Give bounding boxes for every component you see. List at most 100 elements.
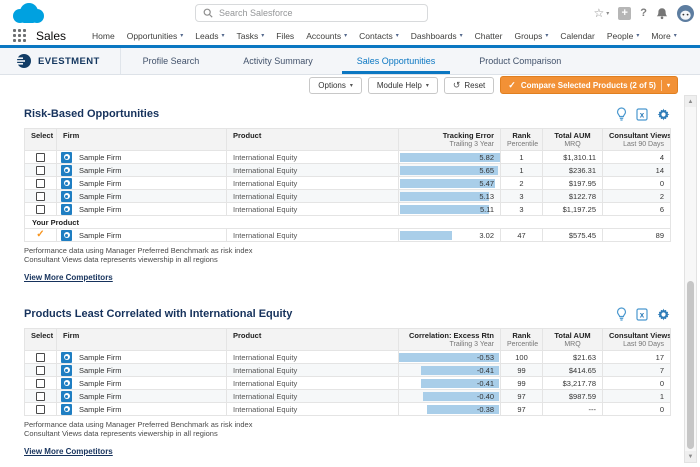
- aum-cell: $1,310.11: [542, 150, 603, 164]
- product-cell: International Equity: [226, 202, 399, 216]
- metric-value: 5.47: [479, 178, 494, 188]
- chevron-down-icon: ▾: [261, 33, 265, 39]
- metric-cell: 5.82: [398, 150, 501, 164]
- nav-item-opportunities[interactable]: Opportunities ▾: [127, 31, 184, 41]
- nav-item-groups[interactable]: Groups ▾: [514, 31, 548, 41]
- metric-data-bar: [400, 230, 453, 240]
- chevron-down-icon: ▾: [636, 33, 640, 39]
- firm-icon: [61, 177, 72, 189]
- firm-name: Sample Firm: [79, 204, 122, 214]
- footnote-line: Consultant Views data represents viewers…: [24, 429, 218, 438]
- select-checkbox[interactable]: [36, 404, 45, 414]
- add-icon[interactable]: +: [618, 6, 632, 20]
- nav-item-dashboards[interactable]: Dashboards ▾: [411, 31, 463, 41]
- column-header-views: Consultant Views Last 90 Days: [602, 328, 671, 351]
- firm-name: Sample Firm: [79, 230, 122, 240]
- table-row: Sample Firm International Equity -0.40 97 $9…: [24, 389, 671, 403]
- settings-gear-icon[interactable]: [657, 308, 670, 321]
- insights-lightbulb-icon[interactable]: [616, 307, 627, 321]
- module-content: Risk-Based Opportunities x Select Firm Pro…: [0, 94, 700, 467]
- table-row: Sample Firm International Equity 5.13 3 $122…: [24, 189, 671, 203]
- aum-cell: $575.45: [542, 228, 603, 242]
- nav-item-chatter[interactable]: Chatter: [475, 31, 503, 41]
- firm-cell: Sample Firm: [56, 228, 227, 242]
- product-cell: International Equity: [226, 363, 399, 377]
- metric-cell: 5.13: [398, 189, 501, 203]
- scroll-down-arrow-icon[interactable]: ▼: [685, 451, 696, 462]
- column-header-firm: Firm: [56, 128, 227, 151]
- selected-check-icon[interactable]: ✓: [36, 230, 44, 241]
- view-more-competitors-link[interactable]: View More Competitors: [24, 273, 113, 282]
- views-cell: 6: [602, 202, 671, 216]
- svg-text:x: x: [640, 110, 645, 119]
- notifications-bell-icon[interactable]: [656, 7, 668, 20]
- views-cell: 7: [602, 363, 671, 377]
- export-excel-icon[interactable]: x: [636, 107, 648, 121]
- metric-data-bar: [400, 191, 489, 201]
- nav-item-files[interactable]: Files: [276, 31, 294, 41]
- help-icon[interactable]: ?: [640, 7, 647, 19]
- options-button[interactable]: Options ▾: [309, 76, 362, 94]
- favorites-star-icon[interactable]: ☆ ▾: [593, 7, 609, 19]
- settings-gear-icon[interactable]: [657, 108, 670, 121]
- select-checkbox[interactable]: [36, 191, 45, 201]
- table-row: Sample Firm International Equity 5.47 2 $197…: [24, 176, 671, 190]
- vertical-scrollbar[interactable]: ▲ ▼: [684, 95, 697, 463]
- tab-product-comparison[interactable]: Product Comparison: [457, 48, 583, 74]
- nav-item-calendar[interactable]: Calendar: [560, 31, 595, 41]
- chevron-down-icon: ▾: [395, 33, 399, 39]
- module-help-button[interactable]: Module Help ▾: [367, 76, 438, 94]
- nav-item-accounts[interactable]: Accounts ▾: [306, 31, 347, 41]
- firm-cell: Sample Firm: [56, 189, 227, 203]
- app-launcher-icon[interactable]: [13, 29, 26, 42]
- section-title: Products Least Correlated with Internati…: [24, 308, 293, 320]
- nav-item-home[interactable]: Home: [92, 31, 115, 41]
- chevron-down-icon: ▾: [180, 33, 184, 39]
- compare-selected-products-button[interactable]: ✓ Compare Selected Products (2 of 5) ▾: [500, 76, 678, 94]
- select-cell: [24, 163, 57, 177]
- tab-profile-search[interactable]: Profile Search: [121, 48, 222, 74]
- scrollbar-thumb[interactable]: [687, 281, 694, 449]
- table-row: Sample Firm International Equity -0.41 99 $4…: [24, 363, 671, 377]
- select-checkbox[interactable]: [36, 378, 45, 388]
- chevron-down-icon: ▾: [344, 33, 348, 39]
- select-checkbox[interactable]: [36, 352, 45, 362]
- select-checkbox[interactable]: [36, 391, 45, 401]
- user-avatar[interactable]: [677, 4, 694, 22]
- view-more-competitors-link[interactable]: View More Competitors: [24, 447, 113, 456]
- metric-cell: 5.65: [398, 163, 501, 177]
- rank-cell: 99: [500, 376, 543, 390]
- nav-item-contacts[interactable]: Contacts ▾: [359, 31, 399, 41]
- views-cell: 4: [602, 150, 671, 164]
- footnote-line: Consultant Views data represents viewers…: [24, 255, 218, 264]
- check-icon: ✓: [508, 79, 516, 90]
- select-cell: [24, 402, 57, 416]
- table-header-row: Select Firm Product Correlation: Excess Rtn…: [24, 328, 671, 351]
- module-tabs: Profile Search Activity Summary Sales Oppo…: [121, 48, 584, 74]
- rank-cell: 97: [500, 402, 543, 416]
- scroll-up-arrow-icon[interactable]: ▲: [685, 96, 696, 107]
- nav-item-more[interactable]: More ▾: [651, 31, 676, 41]
- chevron-down-icon: ▾: [349, 82, 353, 89]
- nav-item-leads[interactable]: Leads ▾: [195, 31, 224, 41]
- least-correlated-products-table: Select Firm Product Correlation: Excess Rtn…: [24, 328, 671, 416]
- reset-button[interactable]: ↺ Reset: [443, 76, 495, 94]
- nav-item-people[interactable]: People ▾: [607, 31, 639, 41]
- tab-sales-opportunities[interactable]: Sales Opportunities: [335, 48, 458, 74]
- global-search[interactable]: [195, 4, 428, 22]
- table-header-row: Select Firm Product Tracking Error Trailing …: [24, 128, 671, 151]
- rank-cell: 2: [500, 176, 543, 190]
- select-checkbox[interactable]: [36, 152, 45, 162]
- tab-activity-summary[interactable]: Activity Summary: [221, 48, 335, 74]
- select-checkbox[interactable]: [36, 178, 45, 188]
- insights-lightbulb-icon[interactable]: [616, 107, 627, 121]
- select-cell: ✓: [24, 228, 57, 242]
- column-header-aum: Total AUM MRQ: [542, 328, 603, 351]
- select-checkbox[interactable]: [36, 204, 45, 214]
- select-checkbox[interactable]: [36, 365, 45, 375]
- select-cell: [24, 363, 57, 377]
- search-input[interactable]: [219, 8, 420, 18]
- select-checkbox[interactable]: [36, 165, 45, 175]
- export-excel-icon[interactable]: x: [636, 307, 648, 321]
- nav-item-tasks[interactable]: Tasks ▾: [236, 31, 264, 41]
